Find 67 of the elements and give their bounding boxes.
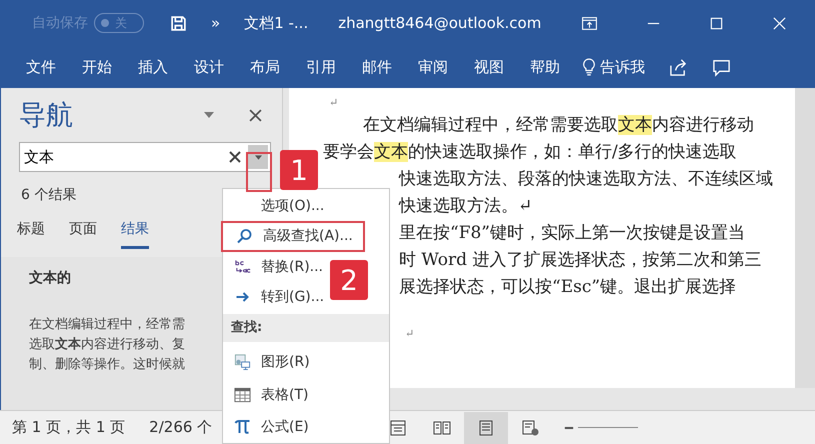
pi-icon <box>234 418 250 435</box>
pane-tab[interactable]: 标题 <box>17 220 45 249</box>
menu-item[interactable]: 表格(T) <box>223 378 312 411</box>
ribbon-tab[interactable]: 开始 <box>82 58 112 76</box>
focus-mode-icon <box>389 418 408 436</box>
tell-me-tab[interactable]: 告诉我 <box>600 58 645 76</box>
maximize-icon[interactable] <box>709 16 724 30</box>
ribbon-display-icon[interactable] <box>581 14 598 32</box>
table-icon <box>234 386 250 403</box>
ribbon-tab[interactable]: 布局 <box>250 58 280 76</box>
menu-item[interactable]: 公式(E) <box>223 410 313 444</box>
save-icon[interactable] <box>170 14 187 32</box>
result-count: 6 个结果 <box>21 186 78 204</box>
picture-icon <box>234 354 250 370</box>
ribbon-tab[interactable]: 视图 <box>474 58 504 76</box>
document-text: 要学会文本的快速选取操作，如：单行/多行的快速选取 <box>323 141 737 164</box>
page-count: 第 1 页，共 1 页 <box>12 418 126 437</box>
document-text: 里在按“F8”键时，实际上第一次按键是设置当 <box>399 222 745 245</box>
word-count: 2/266 个 <box>149 418 212 437</box>
ribbon-tab[interactable]: 帮助 <box>530 58 560 76</box>
overflow-glyph[interactable]: » <box>211 14 220 32</box>
caret-icon[interactable] <box>203 111 215 119</box>
ribbon-tab[interactable]: 引用 <box>306 58 336 76</box>
annotation-frame <box>246 152 272 192</box>
account-name[interactable]: zhangtt8464@outlook.com <box>338 14 542 32</box>
document-text: 时 Word 进入了扩展选择状态，按第二次和第三 <box>399 249 762 272</box>
lightbulb-icon[interactable] <box>582 58 596 76</box>
caret-icon <box>254 154 262 160</box>
ribbon-tab[interactable]: 文件 <box>26 58 56 76</box>
scrollbar[interactable] <box>795 88 815 388</box>
menu-item[interactable]: 高级查找(A)... <box>221 221 365 252</box>
pane-title: 导航 <box>19 99 74 133</box>
replace-icon <box>234 258 250 275</box>
view-button[interactable] <box>464 412 508 444</box>
search-icon <box>236 228 252 244</box>
result-heading: 文本的 <box>29 269 72 287</box>
ribbon-tab[interactable]: 审阅 <box>418 58 448 76</box>
document-title: 文档1 -... <box>244 14 308 32</box>
autosave-label: 自动保存 <box>32 14 88 32</box>
share-icon[interactable] <box>669 58 688 76</box>
document-text: 展选择状态，可以按“Esc”键。退出扩展选择 <box>399 276 736 299</box>
paragraph-mark: ↵ <box>405 326 414 342</box>
book-icon <box>433 418 452 436</box>
pane-tab[interactable]: 结果 <box>121 220 149 249</box>
ribbon-tab[interactable]: 邮件 <box>362 58 392 76</box>
paragraph-mark: ↵ <box>328 95 338 111</box>
callout-number: 2 <box>330 260 368 300</box>
menu-item[interactable]: 替换(R)... <box>223 252 328 282</box>
pane-tab[interactable]: 页面 <box>69 220 97 249</box>
clear-icon[interactable] <box>229 151 241 163</box>
search-field[interactable]: 文本 <box>19 142 271 172</box>
search-options-button[interactable] <box>248 145 268 169</box>
comment-icon[interactable] <box>712 58 731 76</box>
ribbon-tab[interactable]: 设计 <box>194 58 224 76</box>
menu-item[interactable]: 选项(O)... <box>223 191 328 222</box>
menu-item[interactable]: 转到(G)... <box>223 282 328 312</box>
close-icon[interactable] <box>249 108 262 122</box>
menu-item[interactable]: 图形(R) <box>223 346 314 379</box>
page-icon <box>477 418 496 436</box>
callout-number: 1 <box>280 150 318 190</box>
ribbon-tab[interactable]: 插入 <box>138 58 168 76</box>
document-text: 快速选取方法、段落的快速选取方法、不连续区域 <box>399 168 773 191</box>
zoom-out-icon[interactable] <box>564 426 574 430</box>
menu-section-header: 查找: <box>223 314 389 342</box>
document-text: 在文档编辑过程中，经常需要选取文本内容进行移动 <box>363 114 754 137</box>
web-page-icon <box>521 418 540 436</box>
document-text: 快速选取方法。↵ <box>399 195 532 218</box>
